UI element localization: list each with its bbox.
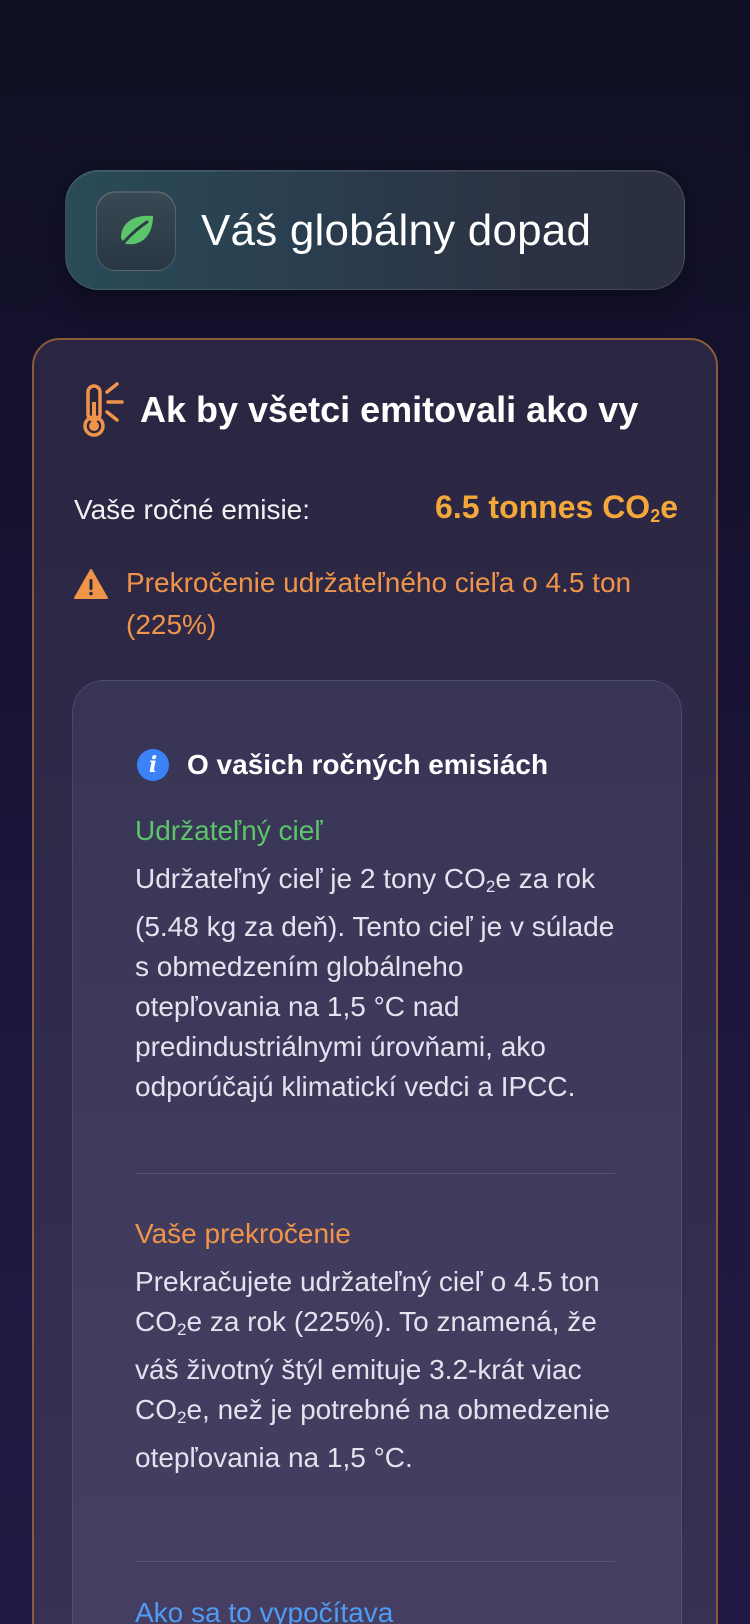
impact-card: Ak by všetci emitovali ako vy Vaše ročné… [32, 338, 718, 1624]
section-text: Udržateľný cieľ je 2 tony CO2e za rok (5… [135, 863, 615, 1102]
header-pill: Váš globálny dopad [65, 170, 685, 290]
card-header: Ak by všetci emitovali ako vy [78, 380, 638, 440]
warning-row: Prekročenie udržateľného cieľa o 4.5 ton… [74, 562, 694, 646]
annual-emissions-value: 6.5 tonnes CO2e [435, 489, 678, 526]
divider [135, 1561, 615, 1562]
info-card: i O vašich ročných emisiách Udržateľný c… [72, 680, 682, 1624]
section-heading: Udržateľný cieľ [135, 815, 323, 846]
warning-icon [74, 569, 108, 599]
thermometer-sun-icon [83, 382, 124, 437]
section-text: Prekračujete udržateľný cieľ o 4.5 ton C… [135, 1266, 610, 1473]
divider [135, 1173, 615, 1174]
info-title: O vašich ročných emisiách [187, 749, 549, 780]
section-heading[interactable]: Ako sa to vypočítava [135, 1593, 615, 1624]
info-icon: i [137, 749, 169, 781]
section-sustainable-target: Udržateľný cieľ Udržateľný cieľ je 2 ton… [135, 811, 615, 1107]
annual-emissions-label: Vaše ročné emisie: [74, 494, 311, 525]
section-your-excess: Vaše prekročenie Prekračujete udržateľný… [135, 1214, 615, 1478]
section-heading: Vaše prekročenie [135, 1218, 351, 1249]
info-header: i O vašich ročných emisiách [137, 745, 548, 785]
leaf-icon [96, 191, 176, 271]
card-title: Ak by všetci emitovali ako vy [140, 389, 639, 430]
page-title: Váš globálny dopad [201, 206, 592, 255]
warning-text: Prekročenie udržateľného cieľa o 4.5 ton… [126, 567, 632, 640]
section-how-calculated[interactable]: Ako sa to vypočítava [135, 1593, 615, 1624]
